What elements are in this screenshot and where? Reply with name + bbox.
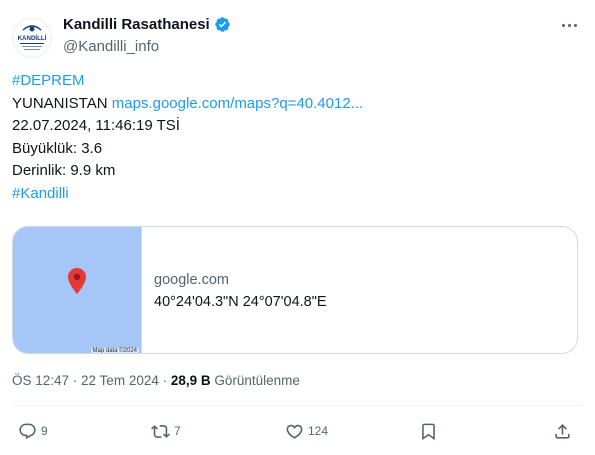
map-link[interactable]: maps.google.com/maps?q=40.4012... (112, 95, 363, 112)
magnitude-text: Büyüklük: 3.6 (12, 139, 103, 157)
views-count: 28,9 B (170, 373, 211, 388)
map-thumbnail[interactable]: Map data ©2024 (13, 227, 142, 354)
views-label: Görüntülenme (210, 373, 300, 388)
card-domain: google.com (154, 272, 229, 288)
avatar-text: KANDİLLİ (18, 35, 47, 42)
reply-icon (19, 423, 36, 439)
share-button[interactable] (553, 420, 572, 442)
tweet-timestamp[interactable]: ÖS 12:47 · 22 Tem 2024 · (12, 373, 171, 388)
retweet-icon (151, 424, 170, 438)
link-card[interactable]: Map data ©2024 google.com 40°24'04.3"N 2… (12, 226, 578, 354)
share-icon (555, 423, 570, 439)
author-name-row[interactable]: Kandilli Rasathanesi (63, 16, 231, 33)
reply-button[interactable]: 9 (18, 420, 48, 442)
tweet-meta: ÖS 12:47 · 22 Tem 2024 · 28,9 B Görüntül… (12, 373, 300, 388)
like-count: 124 (308, 424, 329, 438)
more-icon (561, 23, 565, 27)
map-credit: Map data ©2024 (90, 348, 139, 354)
more-icon-dot (573, 23, 577, 27)
location-text: YUNANISTAN (12, 94, 108, 112)
hashtag-kandilli[interactable]: #Kandilli (12, 185, 69, 202)
bookmark-icon (422, 423, 435, 440)
verified-badge-icon[interactable] (214, 16, 231, 33)
card-coordinates: 40°24'04.3"N 24°07'04.8"E (154, 294, 327, 310)
hashtag-deprem[interactable]: #DEPREM (12, 72, 85, 89)
divider (12, 405, 583, 406)
retweet-button[interactable]: 7 (151, 420, 181, 442)
like-button[interactable]: 124 (285, 420, 328, 442)
map-pin-icon (68, 268, 86, 294)
author-name[interactable]: Kandilli Rasathanesi (63, 16, 210, 33)
bookmark-button[interactable] (419, 420, 438, 442)
tweet: KANDİLLİ Kandilli Rasathanesi @Kandilli_… (0, 0, 595, 455)
reply-count: 9 (41, 424, 48, 438)
avatar[interactable]: KANDİLLİ (12, 18, 52, 58)
more-button[interactable] (556, 14, 582, 36)
more-icon-dot (567, 23, 571, 27)
like-icon (286, 424, 303, 439)
kandilli-logo-icon: KANDİLLİ (12, 18, 52, 58)
tweet-text: #DEPREM YUNANISTAN maps.google.com/maps?… (12, 70, 582, 205)
retweet-count: 7 (174, 424, 181, 438)
author-handle[interactable]: @Kandilli_info (63, 38, 159, 55)
datetime-text: 22.07.2024, 11:46:19 TSİ (12, 117, 180, 134)
depth-text: Derinlik: 9.9 km (12, 162, 116, 179)
